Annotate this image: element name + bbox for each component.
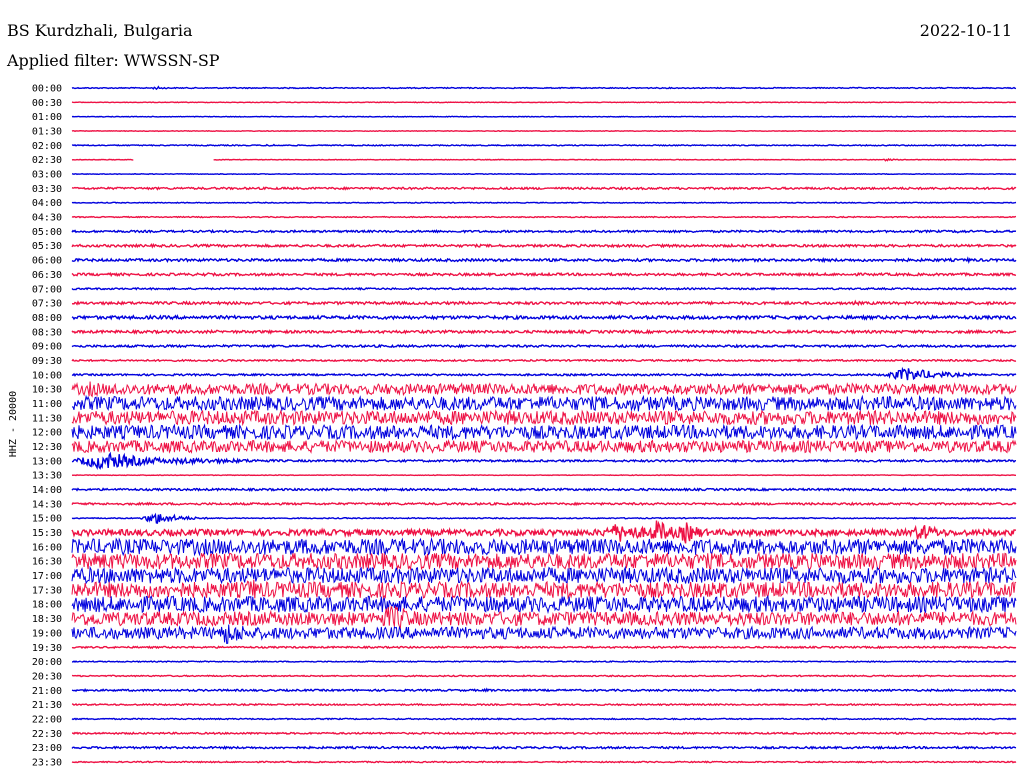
time-tick-label: 04:00 bbox=[32, 198, 62, 209]
trace-line bbox=[71, 731, 1017, 736]
trace-line bbox=[71, 256, 1017, 264]
trace-line bbox=[71, 595, 1017, 615]
time-tick-label: 07:30 bbox=[32, 299, 62, 310]
time-tick-label: 00:30 bbox=[32, 98, 62, 109]
y-axis-label: HHZ - 20000 bbox=[8, 391, 19, 457]
time-tick-label: 23:30 bbox=[32, 757, 62, 768]
trace-line bbox=[71, 215, 1017, 219]
time-tick-label: 19:00 bbox=[32, 628, 62, 639]
seismogram-plot: 00:00 00:30 01:00 01:30 02:00 02:30 03:00 03:30… bbox=[8, 84, 1017, 769]
time-tick-label: 16:30 bbox=[32, 557, 62, 568]
time-tick-label: 07:00 bbox=[32, 284, 62, 295]
trace-line bbox=[71, 313, 1017, 321]
trace-line bbox=[71, 551, 1017, 571]
time-tick-label: 11:00 bbox=[32, 399, 62, 410]
time-tick-label: 15:30 bbox=[32, 528, 62, 539]
trace-line bbox=[71, 143, 1017, 147]
time-tick-label: 00:00 bbox=[32, 84, 62, 95]
time-tick-label: 21:00 bbox=[32, 686, 62, 697]
trace-line bbox=[71, 172, 1017, 176]
trace-line bbox=[71, 606, 1017, 630]
time-tick-label: 01:30 bbox=[32, 127, 62, 138]
time-tick-label: 05:30 bbox=[32, 241, 62, 252]
time-tick-label: 04:30 bbox=[32, 213, 62, 224]
time-tick-label: 18:30 bbox=[32, 614, 62, 625]
time-tick-label: 23:00 bbox=[32, 743, 62, 754]
time-tick-label: 01:00 bbox=[32, 112, 62, 123]
trace-line bbox=[71, 185, 1017, 191]
trace-line bbox=[71, 157, 1017, 162]
trace-line bbox=[71, 271, 1017, 278]
trace-line bbox=[71, 101, 1017, 104]
trace-line bbox=[71, 343, 1017, 349]
tick-labels-group: 00:00 00:30 01:00 01:30 02:00 02:30 03:00 03:30… bbox=[32, 84, 62, 769]
time-tick-label: 21:30 bbox=[32, 700, 62, 711]
trace-line bbox=[71, 537, 1017, 557]
time-tick-label: 12:00 bbox=[32, 428, 62, 439]
time-tick-label: 02:00 bbox=[32, 141, 62, 152]
trace-line bbox=[71, 85, 1017, 91]
time-tick-label: 09:00 bbox=[32, 342, 62, 353]
time-tick-label: 18:00 bbox=[32, 600, 62, 611]
time-tick-label: 20:00 bbox=[32, 657, 62, 668]
trace-line bbox=[71, 745, 1017, 751]
trace-line bbox=[71, 129, 1017, 133]
trace-line bbox=[71, 286, 1017, 291]
trace-line bbox=[71, 487, 1017, 492]
time-tick-label: 09:30 bbox=[32, 356, 62, 367]
trace-line bbox=[71, 328, 1017, 335]
time-tick-label: 19:30 bbox=[32, 643, 62, 654]
time-tick-label: 06:00 bbox=[32, 256, 62, 267]
trace-line bbox=[71, 760, 1017, 764]
time-tick-label: 15:00 bbox=[32, 514, 62, 525]
time-tick-label: 14:30 bbox=[32, 499, 62, 510]
trace-line bbox=[71, 512, 1017, 524]
trace-line bbox=[71, 717, 1017, 721]
trace-line bbox=[71, 423, 1017, 441]
time-tick-label: 10:30 bbox=[32, 385, 62, 396]
trace-line bbox=[71, 299, 1017, 307]
time-tick-label: 16:00 bbox=[32, 542, 62, 553]
time-tick-label: 06:30 bbox=[32, 270, 62, 281]
time-tick-label: 08:30 bbox=[32, 327, 62, 338]
trace-line bbox=[71, 115, 1017, 118]
traces-group bbox=[71, 85, 1017, 764]
time-tick-label: 17:30 bbox=[32, 585, 62, 596]
trace-line bbox=[71, 201, 1017, 204]
trace-line bbox=[71, 579, 1017, 600]
time-tick-label: 12:30 bbox=[32, 442, 62, 453]
time-tick-label: 10:00 bbox=[32, 370, 62, 381]
trace-line bbox=[71, 358, 1017, 363]
trace-line bbox=[71, 451, 1017, 471]
trace-line bbox=[71, 409, 1017, 427]
trace-line bbox=[71, 565, 1017, 585]
trace-line bbox=[71, 674, 1017, 678]
trace-line bbox=[71, 660, 1017, 664]
trace-line bbox=[71, 242, 1017, 249]
time-tick-label: 08:00 bbox=[32, 313, 62, 324]
time-tick-label: 03:00 bbox=[32, 170, 62, 181]
time-tick-label: 22:00 bbox=[32, 714, 62, 725]
time-tick-label: 03:30 bbox=[32, 184, 62, 195]
trace-line bbox=[71, 394, 1017, 413]
trace-line bbox=[71, 366, 1017, 381]
trace-line bbox=[71, 474, 1017, 477]
trace-line bbox=[71, 438, 1017, 454]
time-tick-label: 17:00 bbox=[32, 571, 62, 582]
trace-line bbox=[71, 687, 1017, 693]
trace-line bbox=[71, 381, 1017, 398]
time-tick-label: 20:30 bbox=[32, 671, 62, 682]
trace-line bbox=[71, 228, 1017, 234]
time-tick-label: 02:30 bbox=[32, 155, 62, 166]
time-tick-label: 14:00 bbox=[32, 485, 62, 496]
trace-line bbox=[71, 645, 1017, 650]
time-tick-label: 22:30 bbox=[32, 729, 62, 740]
trace-line bbox=[71, 624, 1017, 645]
trace-line bbox=[71, 501, 1017, 507]
trace-line bbox=[71, 702, 1017, 707]
time-tick-label: 11:30 bbox=[32, 413, 62, 424]
time-tick-label: 05:00 bbox=[32, 227, 62, 238]
time-tick-label: 13:00 bbox=[32, 456, 62, 467]
time-tick-label: 13:30 bbox=[32, 471, 62, 482]
